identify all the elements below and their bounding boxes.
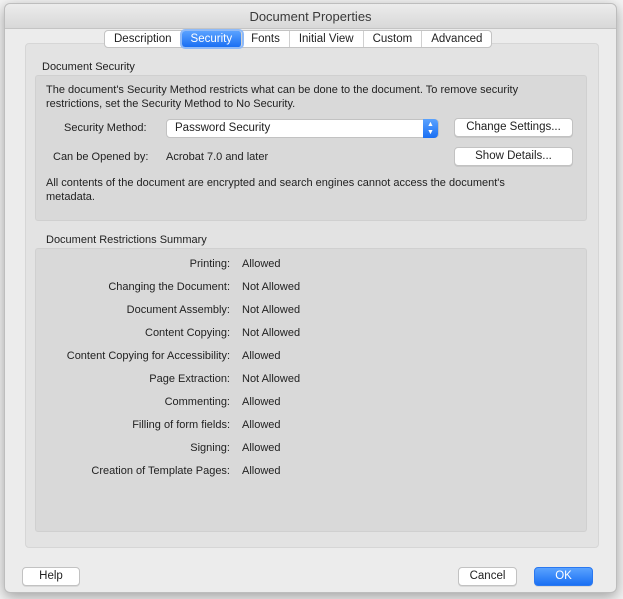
tab-initial-view[interactable]: Initial View [290, 31, 364, 47]
restriction-value: Not Allowed [242, 304, 301, 316]
tab-custom[interactable]: Custom [364, 31, 423, 47]
help-button[interactable]: Help [22, 567, 80, 586]
restriction-value: Allowed [242, 419, 281, 431]
restriction-row: Signing: Allowed [35, 442, 587, 458]
restriction-row: Changing the Document: Not Allowed [35, 281, 587, 297]
ok-button[interactable]: OK [534, 567, 593, 586]
restriction-row: Creation of Template Pages: Allowed [35, 465, 587, 481]
restriction-row: Content Copying for Accessibility: Allowe… [35, 350, 587, 366]
tab-fonts[interactable]: Fonts [242, 31, 290, 47]
restriction-label: Page Extraction: [149, 373, 230, 385]
restriction-label: Document Assembly: [126, 304, 230, 316]
tab-security[interactable]: Security [181, 31, 243, 47]
restriction-row: Content Copying: Not Allowed [35, 327, 587, 343]
security-method-select[interactable]: Password Security ▲ ▼ [166, 119, 439, 138]
restriction-value: Not Allowed [242, 281, 301, 293]
opened-by-label: Can be Opened by: [53, 151, 149, 163]
restriction-value: Allowed [242, 258, 281, 270]
restriction-label: Signing: [190, 442, 230, 454]
change-settings-button[interactable]: Change Settings... [454, 118, 573, 137]
show-details-button[interactable]: Show Details... [454, 147, 573, 166]
security-intro-line2: restrictions, set the Security Method to… [46, 98, 296, 110]
restriction-value: Allowed [242, 465, 281, 477]
restriction-row: Filling of form fields: Allowed [35, 419, 587, 435]
document-security-heading: Document Security [42, 61, 135, 73]
tab-advanced[interactable]: Advanced [422, 31, 491, 47]
security-intro-line1: The document's Security Method restricts… [46, 84, 519, 96]
security-note-line1: All contents of the document are encrypt… [46, 177, 505, 189]
restrictions-heading: Document Restrictions Summary [46, 234, 207, 246]
restriction-value: Allowed [242, 396, 281, 408]
security-method-label: Security Method: [64, 122, 147, 134]
restriction-value: Not Allowed [242, 327, 301, 339]
dialog-title: Document Properties [5, 4, 616, 29]
restriction-label: Commenting: [164, 396, 230, 408]
cancel-button[interactable]: Cancel [458, 567, 517, 586]
restriction-row: Printing: Allowed [35, 258, 587, 274]
tab-description[interactable]: Description [105, 31, 182, 47]
restriction-label: Printing: [189, 258, 230, 270]
restriction-label: Content Copying: [145, 327, 230, 339]
restriction-value: Allowed [242, 350, 281, 362]
restriction-row: Document Assembly: Not Allowed [35, 304, 587, 320]
restriction-value: Not Allowed [242, 373, 301, 385]
security-method-value: Password Security [175, 122, 271, 134]
restriction-label: Creation of Template Pages: [91, 465, 230, 477]
restriction-label: Content Copying for Accessibility: [66, 350, 230, 362]
restriction-value: Allowed [242, 442, 281, 454]
restriction-label: Changing the Document: [108, 281, 230, 293]
security-note-line2: metadata. [46, 191, 95, 203]
restriction-row: Commenting: Allowed [35, 396, 587, 412]
chevron-up-down-icon: ▲ ▼ [423, 119, 438, 138]
restriction-label: Filling of form fields: [132, 419, 230, 431]
tab-bar: Description Security Fonts Initial View … [104, 30, 493, 48]
opened-by-value: Acrobat 7.0 and later [166, 151, 269, 163]
restriction-row: Page Extraction: Not Allowed [35, 373, 587, 389]
